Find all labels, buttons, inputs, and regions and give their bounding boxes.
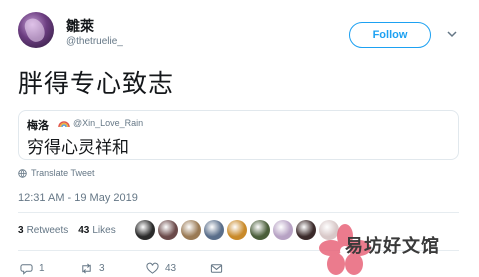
retweet-icon bbox=[82, 263, 91, 274]
likes-label[interactable]: Likes bbox=[92, 225, 115, 236]
like-button[interactable]: 43 bbox=[146, 262, 176, 275]
chevron-down-icon[interactable] bbox=[446, 28, 458, 40]
display-name[interactable]: 雛萊 bbox=[66, 16, 94, 36]
liker-avatar[interactable] bbox=[135, 220, 155, 240]
reply-button[interactable]: 1 bbox=[20, 262, 45, 275]
liker-avatars bbox=[135, 220, 342, 240]
watermark-text: 易坊好文馆 bbox=[345, 236, 440, 256]
engagement-stats: 3 Retweets 43 Likes bbox=[18, 225, 126, 236]
globe-icon bbox=[18, 168, 27, 178]
retweet-button[interactable]: 3 bbox=[80, 262, 105, 275]
tweet-header: 雛萊 @thetruelie_ Follow bbox=[18, 10, 468, 58]
retweets-label[interactable]: Retweets bbox=[27, 225, 69, 236]
translate-tweet-link[interactable]: Translate Tweet bbox=[18, 168, 95, 178]
watermark: 易坊好文馆 bbox=[315, 222, 479, 277]
like-count: 43 bbox=[165, 263, 177, 274]
liker-avatar[interactable] bbox=[204, 220, 224, 240]
translate-label: Translate Tweet bbox=[31, 168, 95, 178]
retweet-count: 3 bbox=[99, 263, 105, 274]
liker-avatar[interactable] bbox=[181, 220, 201, 240]
retweets-count[interactable]: 3 bbox=[18, 225, 24, 236]
liker-avatar[interactable] bbox=[227, 220, 247, 240]
envelope-icon bbox=[210, 264, 223, 273]
quote-tweet-card[interactable]: 梅洛 @Xin_Love_Rain 穷得心灵祥和 bbox=[18, 110, 459, 160]
heart-icon bbox=[146, 262, 159, 274]
divider bbox=[18, 212, 459, 213]
liker-avatar[interactable] bbox=[296, 220, 316, 240]
quote-author-name: 梅洛 bbox=[27, 120, 49, 132]
direct-message-button[interactable] bbox=[210, 262, 229, 275]
tweet-timestamp[interactable]: 12:31 AM - 19 May 2019 bbox=[18, 192, 138, 204]
reply-count: 1 bbox=[39, 263, 45, 274]
quote-text: 穷得心灵祥和 bbox=[27, 138, 129, 157]
follow-button[interactable]: Follow bbox=[349, 22, 431, 48]
reply-icon bbox=[20, 264, 33, 275]
tweet-text: 胖得专心致志 bbox=[18, 70, 175, 98]
user-handle[interactable]: @thetruelie_ bbox=[66, 36, 123, 47]
quote-author-handle: @Xin_Love_Rain bbox=[73, 118, 144, 128]
liker-avatar[interactable] bbox=[250, 220, 270, 240]
liker-avatar[interactable] bbox=[273, 220, 293, 240]
likes-count[interactable]: 43 bbox=[78, 225, 89, 236]
avatar[interactable] bbox=[18, 12, 54, 48]
liker-avatar[interactable] bbox=[158, 220, 178, 240]
rainbow-icon bbox=[58, 121, 70, 128]
